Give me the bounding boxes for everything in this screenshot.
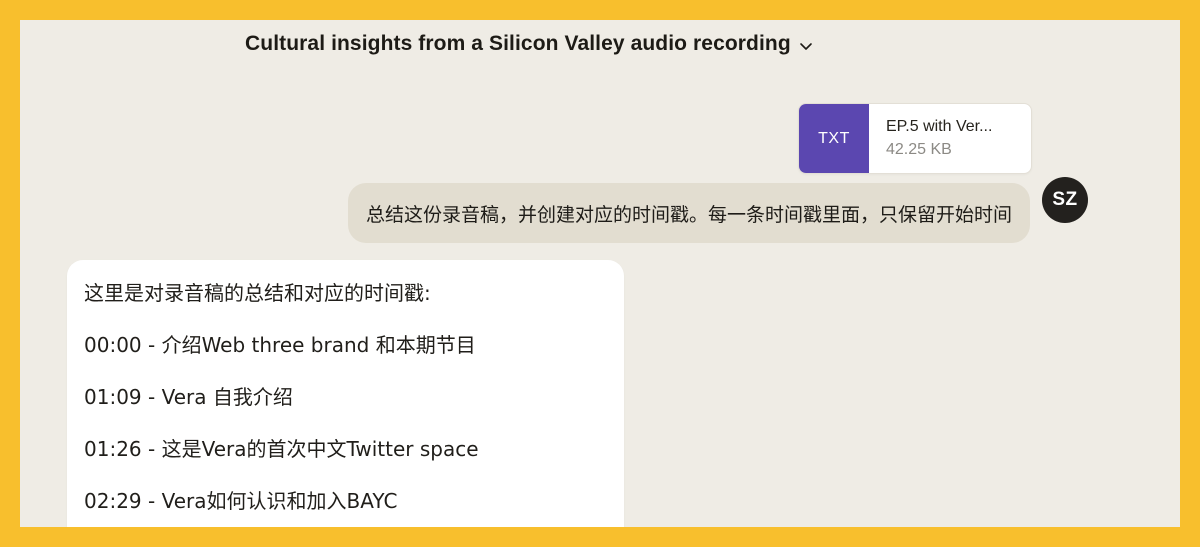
file-name: EP.5 with Ver... [886, 118, 993, 135]
timestamp-item: 01:26 - 这是Vera的首次中文Twitter space [84, 437, 479, 461]
file-attachment[interactable]: TXT EP.5 with Ver... 42.25 KB [798, 103, 1032, 174]
user-message: 总结这份录音稿，并创建对应的时间戳。每一条时间戳里面，只保留开始时间 [347, 183, 1030, 243]
assistant-intro: 这里是对录音稿的总结和对应的时间戳: [84, 281, 431, 305]
chat-window: Cultural insights from a Silicon Valley … [20, 20, 1180, 527]
file-type-badge: TXT [799, 104, 869, 173]
timestamp-item: 02:29 - Vera如何认识和加入BAYC [84, 489, 398, 513]
user-message-text: 总结这份录音稿，并创建对应的时间戳。每一条时间戳里面，只保留开始时间 [365, 203, 1012, 226]
avatar[interactable]: SZ [1042, 177, 1088, 223]
timestamp-item: 01:09 - Vera 自我介绍 [84, 385, 293, 409]
chevron-down-icon [799, 38, 813, 52]
file-info: EP.5 with Ver... 42.25 KB [869, 104, 992, 173]
conversation-title: Cultural insights from a Silicon Valley … [245, 32, 791, 55]
file-size: 42.25 KB [886, 141, 952, 158]
assistant-message: 这里是对录音稿的总结和对应的时间戳: 00:00 - 介绍Web three b… [67, 260, 624, 527]
conversation-title-dropdown[interactable]: Cultural insights from a Silicon Valley … [245, 32, 813, 56]
timestamp-item: 00:00 - 介绍Web three brand 和本期节目 [84, 333, 476, 357]
